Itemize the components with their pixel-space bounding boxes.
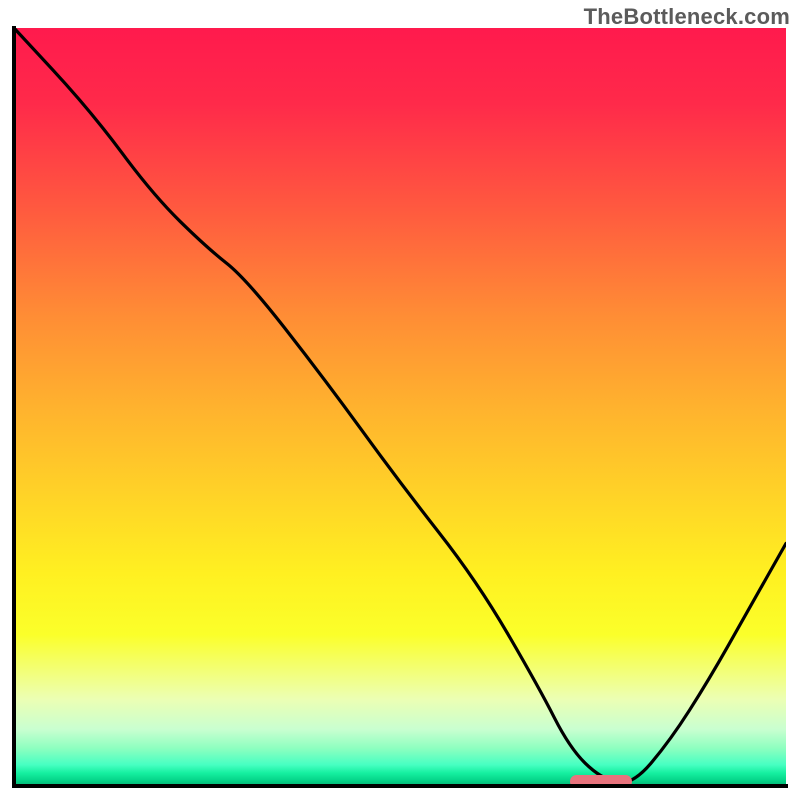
plot-area [14, 28, 786, 786]
optimal-marker [570, 775, 632, 789]
bottleneck-curve [14, 28, 786, 786]
chart-container: TheBottleneck.com [0, 0, 800, 800]
watermark-text: TheBottleneck.com [584, 4, 790, 30]
